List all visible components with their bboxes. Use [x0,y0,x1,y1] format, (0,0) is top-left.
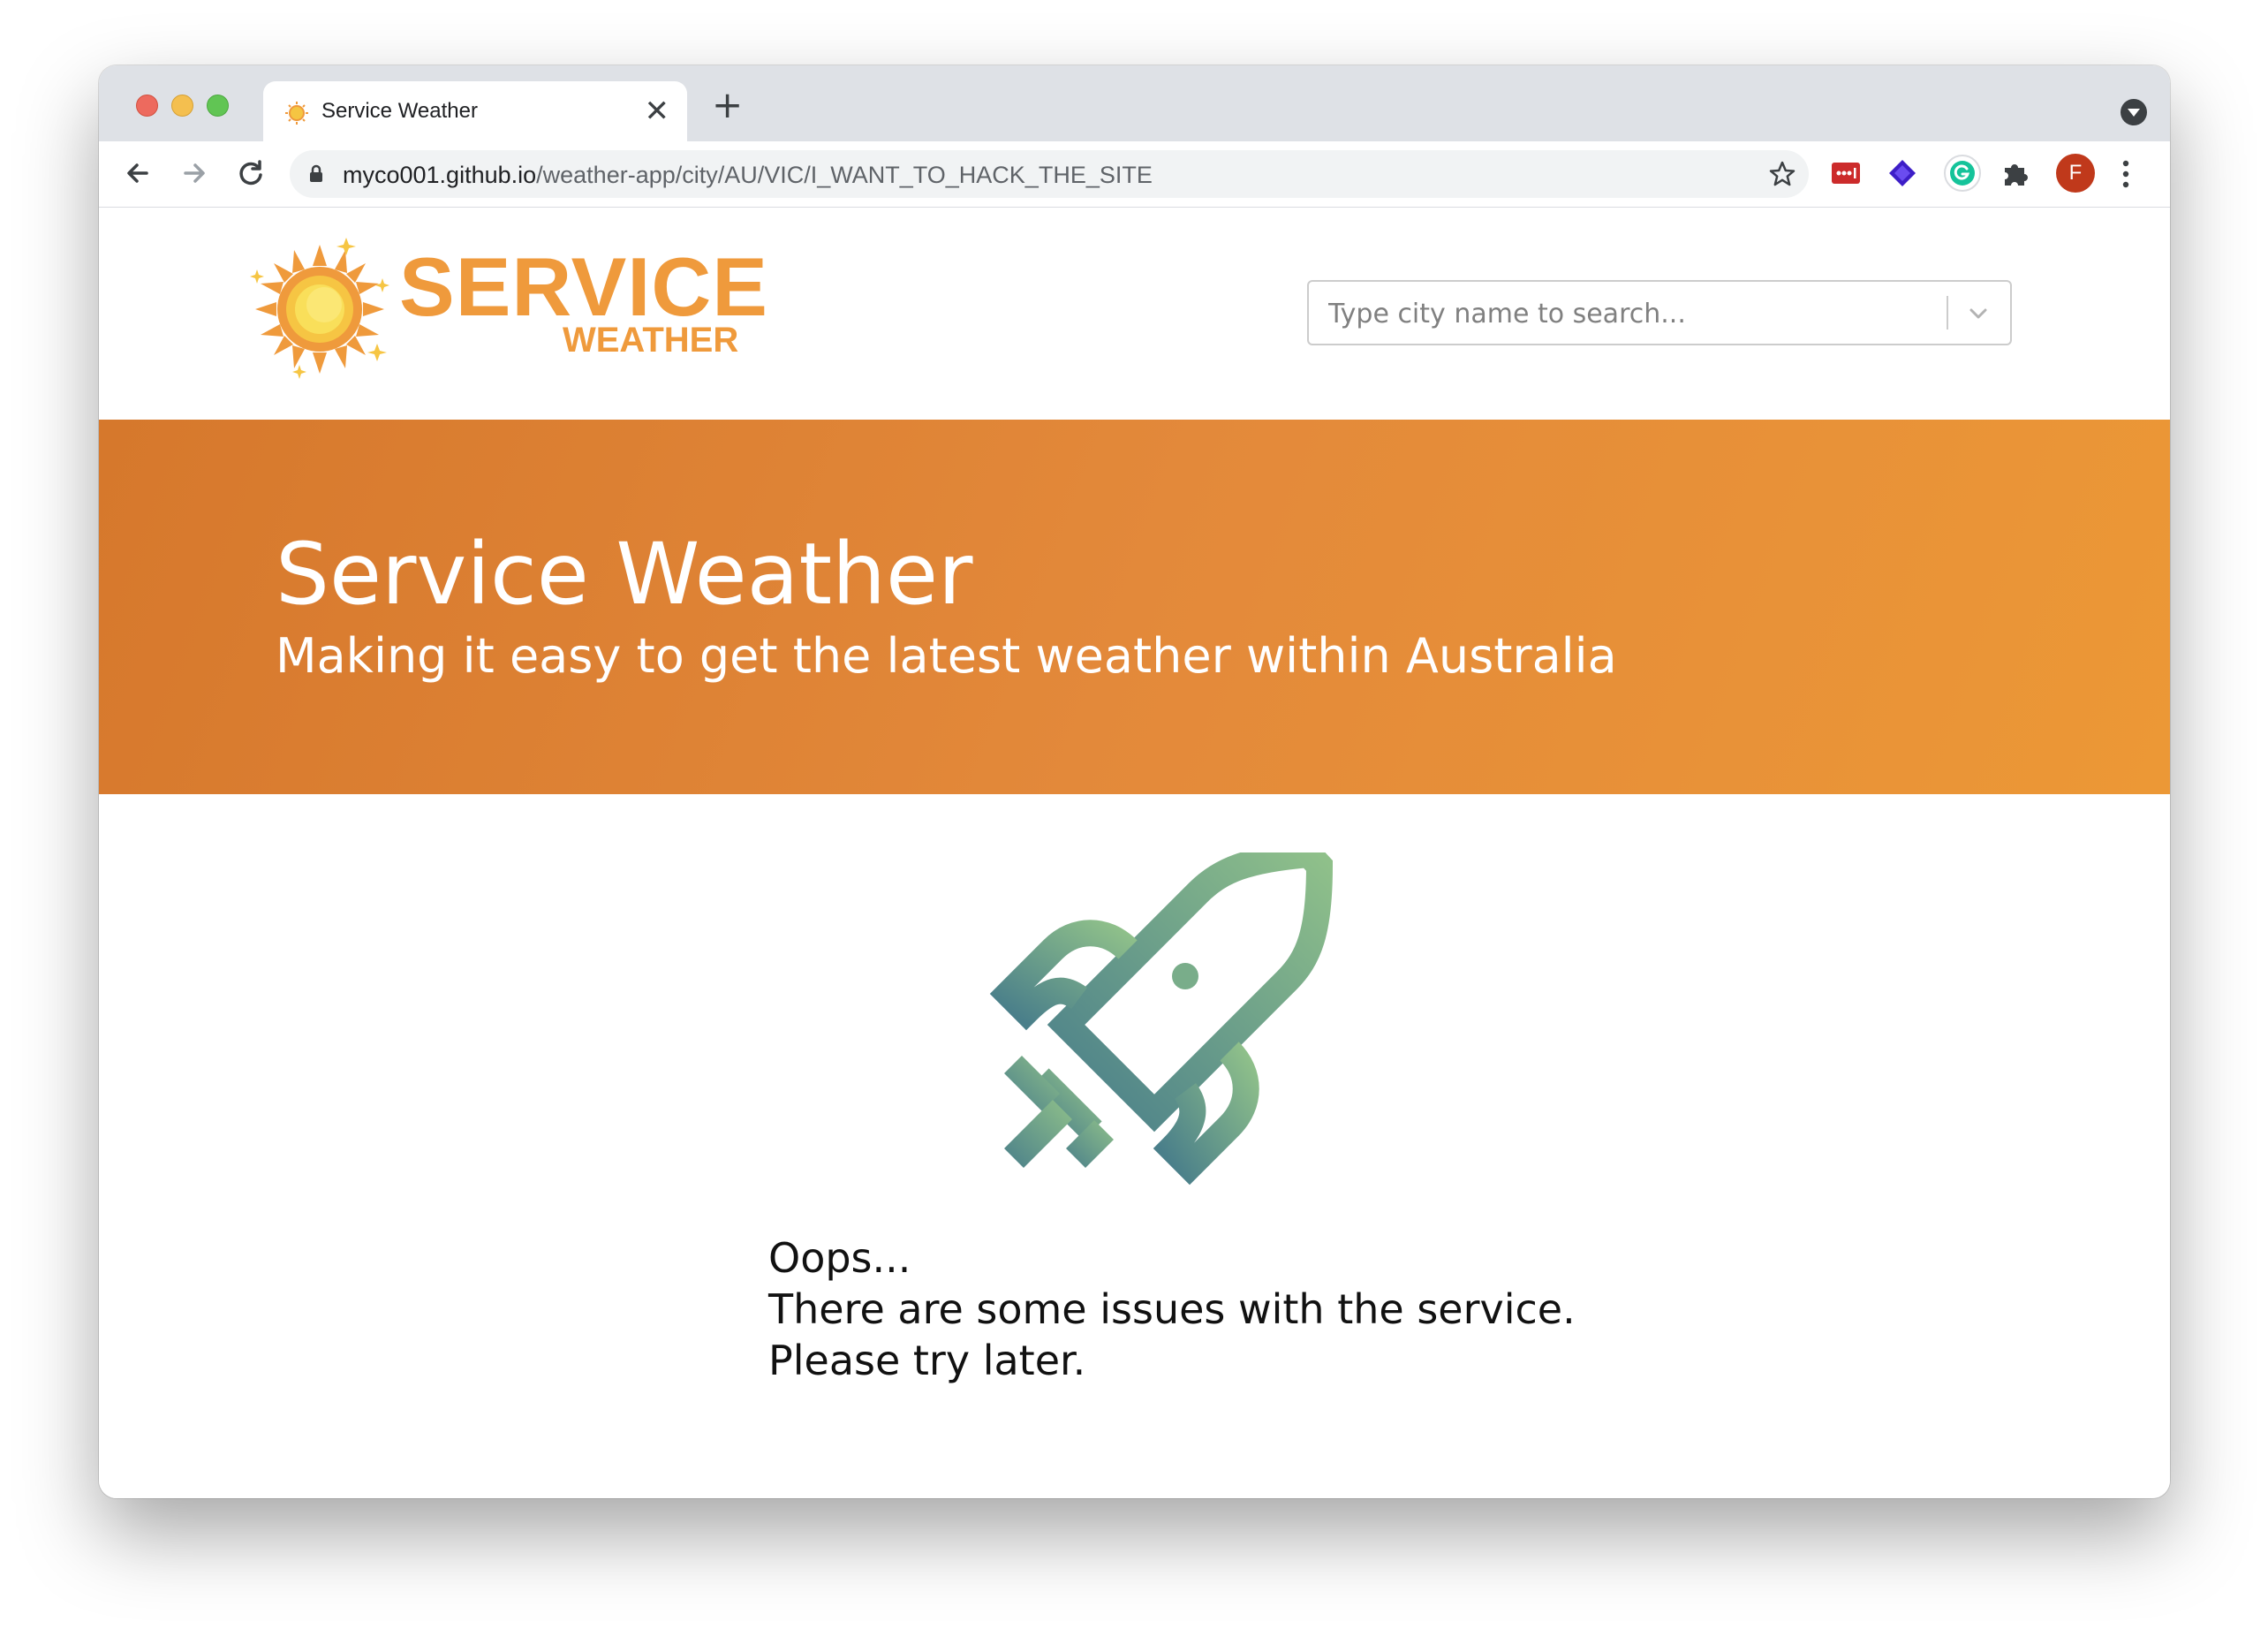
new-tab-button[interactable]: + [712,87,743,124]
service-weather-logo[interactable]: SERVICE WEATHER [245,234,767,384]
sun-favicon-icon [285,102,308,125]
browser-toolbar: myco001.github.io/weather-app/city/AU/VI… [99,141,2170,208]
rocket-icon [989,852,1334,1186]
error-line-oops: Oops... [768,1234,911,1282]
error-line-issues: There are some issues with the service. [768,1285,1576,1333]
sun-logo-icon [250,238,389,379]
close-window-button[interactable] [136,95,158,117]
tab-close-icon[interactable]: ✕ [645,94,670,129]
site-header: SERVICE WEATHER [99,208,2170,420]
lock-icon[interactable] [306,163,327,185]
tab-search-icon[interactable] [2121,99,2147,125]
city-search-select[interactable] [1307,280,2012,345]
logo-service-text: SERVICE [399,240,768,333]
error-message: Oops... There are some issues with the s… [768,1232,1576,1386]
lastpass-icon[interactable] [1830,157,1862,189]
city-search-input[interactable] [1327,282,1931,345]
url-path: /weather-app/city/AU/VIC/I_WANT_TO_HACK_… [536,162,1153,188]
address-bar[interactable]: myco001.github.io/weather-app/city/AU/VI… [290,150,1809,198]
minimize-window-button[interactable] [171,95,193,117]
error-line-try-later: Please try later. [768,1337,1086,1384]
chevron-down-icon[interactable] [1966,301,1991,326]
url-text[interactable]: myco001.github.io/weather-app/city/AU/VI… [343,162,1153,189]
layers-icon[interactable] [1886,157,1918,189]
zoom-window-button[interactable] [207,95,229,117]
web-page: SERVICE WEATHER Service Weather Making i… [99,208,2170,1498]
bookmark-star-icon[interactable] [1768,160,1796,188]
hero-banner: Service Weather Making it easy to get th… [99,420,2170,794]
reload-icon[interactable] [231,154,270,193]
puzzle-icon[interactable] [2000,157,2031,189]
select-separator [1947,296,1948,330]
more-options-icon[interactable] [2121,159,2130,189]
hero-subtitle: Making it easy to get the latest weather… [276,628,1617,684]
tab-title: Service Weather [321,99,478,123]
hero-title: Service Weather [276,525,973,624]
back-arrow-icon[interactable] [118,154,157,193]
logo-weather-text: WEATHER [563,321,739,360]
profile-avatar[interactable]: F [2056,154,2095,193]
tab-service-weather[interactable]: Service Weather ✕ [263,81,687,141]
tab-strip: Service Weather ✕ + [99,65,2170,141]
grammarly-icon[interactable] [1943,154,1982,193]
url-host: myco001.github.io [343,162,537,188]
browser-window: Service Weather ✕ + myco001.github.io/we… [99,65,2170,1498]
forward-arrow-icon[interactable] [175,154,214,193]
